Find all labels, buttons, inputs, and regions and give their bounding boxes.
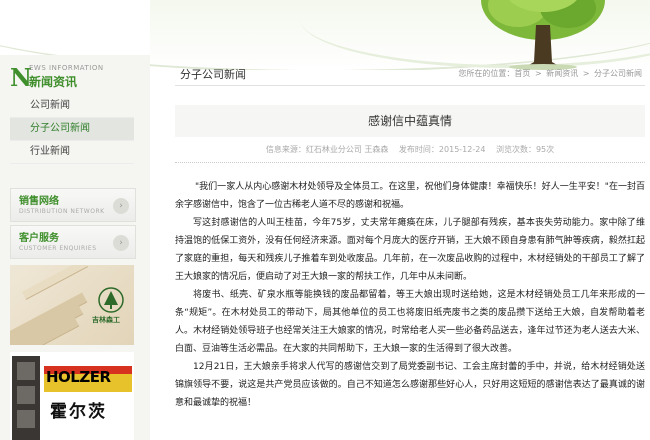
customer-service-link[interactable]: 客户服务 CUSTOMER ENQUIRIES › (10, 225, 136, 259)
article-views: 浏览次数：95次 (495, 145, 555, 154)
breadcrumb-separator: > (534, 69, 542, 78)
section-title: 新闻资讯 (29, 75, 78, 89)
divider (175, 85, 645, 86)
holzer-brand-en: HOLZER (46, 368, 111, 386)
article-paragraph: "我们一家人从内心感谢木材处领导及全体员工。在这里，祝他们身体健康！幸福快乐！好… (175, 182, 645, 210)
sidebar-item-company-news[interactable]: 公司新闻 (10, 95, 134, 118)
holzer-logo: HOLZER (44, 366, 132, 392)
sidebar-item-subsidiary-news[interactable]: 分子公司新闻 (10, 118, 134, 141)
chevron-right-icon: › (113, 198, 129, 214)
breadcrumb-current[interactable]: 分子公司新闻 (594, 69, 642, 78)
dotted-divider (175, 162, 645, 163)
article-meta: 信息来源：红石林业分公司 王森森 发布时间：2015-12-24 浏览次数：95… (175, 144, 645, 155)
article-paragraph: 写这封感谢信的人叫王桂苗，今年75岁，丈夫常年瘫痪在床，儿子腿部有残疾，基本丧失… (175, 218, 645, 282)
sidebar-item-industry-news[interactable]: 行业新闻 (10, 141, 134, 164)
holzer-brand-cn: 霍尔茨 (50, 402, 107, 422)
promo-subtitle: DISTRIBUTION NETWORK (19, 208, 105, 215)
wood-panel-ad[interactable]: 吉林森工 (10, 265, 134, 345)
breadcrumb-home[interactable]: 您所在的位置：首页 (458, 69, 530, 78)
promo-title: 客户服务 (19, 233, 59, 244)
forest-logo-icon (98, 287, 124, 313)
section-english-label: EWS INFORMATION (29, 64, 104, 72)
breadcrumb-news[interactable]: 新闻资讯 (546, 69, 578, 78)
article-paragraph: 12月21日，王大娘亲手将求人代写的感谢信交到了局党委副书记、工会主席封蕾的手中… (175, 362, 645, 408)
breadcrumb: 您所在的位置：首页 > 新闻资讯 > 分子公司新闻 (456, 68, 642, 79)
promo-title: 销售网络 (19, 196, 59, 207)
article-paragraph: 将废书、纸壳、矿泉水瓶等能换钱的废品都留着，等王大娘出现时送给她，这是木材经销处… (175, 290, 645, 354)
article-source: 信息来源：红石林业分公司 王森森 (265, 145, 389, 154)
article-date: 发布时间：2015-12-24 (398, 145, 486, 154)
sidebar-menu: 公司新闻 分子公司新闻 行业新闻 (10, 95, 134, 164)
door-image (12, 356, 40, 440)
page-title: 分子公司新闻 (180, 68, 246, 81)
chevron-right-icon: › (113, 235, 129, 251)
holzer-door-ad[interactable]: HOLZER 霍尔茨 (10, 352, 134, 440)
article-body: "我们一家人从内心感谢木材处领导及全体员工。在这里，祝他们身体健康！幸福快乐！好… (175, 178, 645, 412)
main-content: 分子公司新闻 您所在的位置：首页 > 新闻资讯 > 分子公司新闻 感谢信中蕴真情… (150, 55, 650, 440)
article-title: 感谢信中蕴真情 (175, 105, 645, 137)
distribution-network-link[interactable]: 销售网络 DISTRIBUTION NETWORK › (10, 188, 136, 222)
promo-subtitle: CUSTOMER ENQUIRIES (19, 245, 97, 252)
ad-brand-label: 吉林森工 (92, 316, 120, 324)
sidebar: N EWS INFORMATION 新闻资讯 公司新闻 分子公司新闻 行业新闻 … (0, 55, 150, 440)
breadcrumb-separator: > (582, 69, 590, 78)
